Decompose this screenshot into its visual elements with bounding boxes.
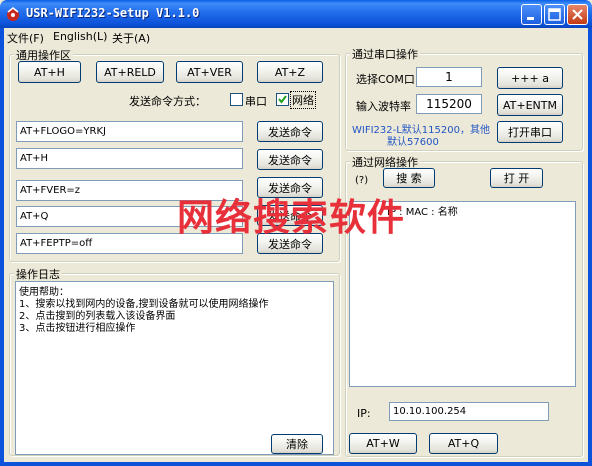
network-help-link[interactable]: (?) [355,175,368,186]
com-port-label: 选择COM口 [356,73,415,86]
send-command-button-1[interactable]: 发送命令 [257,121,323,142]
minimize-icon [527,17,534,20]
search-button[interactable]: 搜 索 [383,168,435,188]
send-mode-label: 发送命令方式： [129,95,206,108]
open-network-button[interactable]: 打 开 [490,168,543,188]
at-w-button[interactable]: AT+W [349,433,417,454]
log-line-4: 3、点击按钮进行相应操作 [19,323,136,334]
serial-checkbox-label: 串口 [245,95,267,108]
baud-rate-input[interactable]: 115200 [416,94,482,114]
at-h-button[interactable]: AT+H [18,61,81,83]
menu-about[interactable]: 关于(A) [112,30,150,46]
command-input-2[interactable]: AT+H [16,148,243,169]
at-ver-button[interactable]: AT+VER [176,61,243,83]
close-button[interactable] [567,4,588,25]
network-checkbox-label: 网络 [290,91,316,109]
maximize-icon [548,8,561,21]
baud-hint-line-2: 默认57600 [387,137,439,148]
send-command-button-2[interactable]: 发送命令 [257,149,323,170]
network-checkbox[interactable] [276,93,289,106]
at-entm-button[interactable]: AT+ENTM [497,94,563,116]
menu-file[interactable]: 文件(F) [7,30,44,46]
serial-checkbox[interactable] [230,93,243,106]
log-group-label: 操作日志 [14,266,62,282]
maximize-button[interactable] [544,4,565,25]
serial-group-label: 通过串口操作 [350,46,420,62]
at-reld-button[interactable]: AT+RELD [96,61,164,83]
open-serial-button[interactable]: 打开串口 [497,121,563,143]
clear-log-button[interactable]: 清除 [271,434,323,454]
checkmark-icon [278,95,287,104]
plus-a-button[interactable]: +++ a [497,67,563,89]
com-port-input[interactable]: 1 [416,67,482,87]
window-frame-bottom [0,462,592,466]
command-input-1[interactable]: AT+FLOGO=YRKJ [16,121,243,142]
minimize-button[interactable] [521,4,542,25]
ip-label: IP: [357,407,371,420]
baud-rate-label: 输入波特率 [356,100,411,113]
window-title: USR-WIFI232-Setup V1.1.0 [26,6,200,20]
at-q-button[interactable]: AT+Q [429,433,498,454]
at-z-button[interactable]: AT+Z [257,61,323,83]
app-icon [5,6,21,22]
close-icon [572,9,583,20]
window-frame-left [0,28,4,466]
overlay-caption: 网络搜索软件 [177,196,405,239]
window-frame-right [588,28,592,466]
menu-english[interactable]: English(L) [53,30,107,43]
ip-input[interactable]: 10.10.100.254 [389,402,549,421]
